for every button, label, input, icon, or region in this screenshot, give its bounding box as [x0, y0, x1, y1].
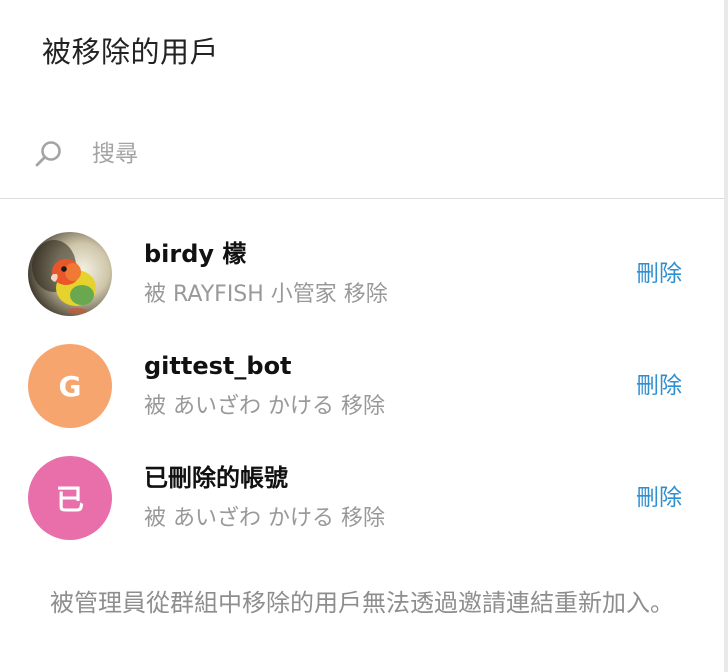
list-item[interactable]: birdy 檬 被 RAYFISH 小管家 移除 刪除 — [0, 218, 724, 330]
removed-users-list: birdy 檬 被 RAYFISH 小管家 移除 刪除 G gittest_bo… — [0, 218, 724, 554]
removed-by-text: 被 あいざわ かける 移除 — [144, 394, 385, 419]
delete-button[interactable]: 刪除 — [636, 482, 682, 514]
footer-note: 被管理員從群組中移除的用戶無法透過邀請連結重新加入。 — [50, 589, 674, 617]
avatar-letter: G — [58, 369, 82, 403]
list-item[interactable]: G gittest_bot 被 あいざわ かける 移除 刪除 — [0, 330, 724, 442]
avatar[interactable]: 已 — [28, 456, 112, 540]
delete-button[interactable]: 刪除 — [636, 258, 682, 290]
bird-photo — [28, 232, 112, 316]
avatar[interactable] — [28, 232, 112, 316]
search-input[interactable] — [92, 136, 652, 172]
removed-users-panel: 被移除的用戶 搜尋 birdy 檬 被 RAYFISH 小管家 移除 刪除 G … — [0, 0, 724, 672]
avatar[interactable]: G — [28, 344, 112, 428]
scrollbar-track[interactable] — [724, 0, 728, 672]
removed-by-text: 被 RAYFISH 小管家 移除 — [144, 282, 388, 307]
search-icon — [34, 139, 64, 169]
divider — [0, 198, 724, 199]
page-title: 被移除的用戶 — [42, 35, 220, 69]
removed-by-text: 被 あいざわ かける 移除 — [144, 506, 385, 531]
avatar-letter: 已 — [55, 483, 84, 516]
user-name: gittest_bot — [144, 352, 292, 380]
user-name: birdy 檬 — [144, 240, 247, 268]
delete-button[interactable]: 刪除 — [636, 370, 682, 402]
search-bar[interactable] — [0, 126, 724, 184]
list-item[interactable]: 已 已刪除的帳號 被 あいざわ かける 移除 刪除 — [0, 442, 724, 554]
user-name: 已刪除的帳號 — [144, 464, 288, 492]
